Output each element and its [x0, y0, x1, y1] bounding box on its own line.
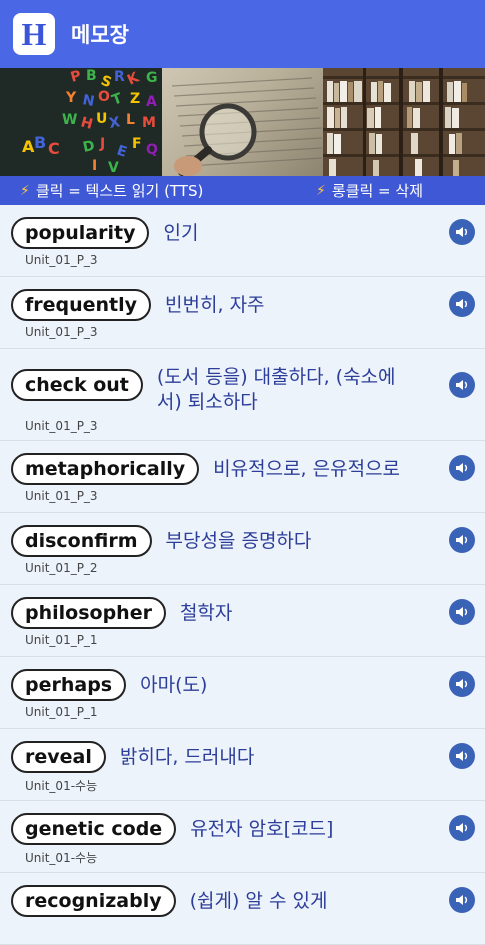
svg-text:U: U [96, 111, 107, 127]
unit-label: Unit_01-수능 [25, 779, 98, 793]
list-item[interactable]: disconfirm 부당성을 증명하다 Unit_01_P_2 [0, 513, 485, 585]
svg-text:V: V [108, 160, 119, 176]
svg-text:Q: Q [146, 142, 158, 158]
word-chip: popularity [11, 217, 150, 249]
page-title: 메모장 [71, 23, 129, 47]
word-chip: disconfirm [11, 525, 152, 557]
list-item[interactable]: recognizably (쉽게) 알 수 있게 [0, 873, 485, 945]
unit-label: Unit_01_P_3 [25, 419, 98, 433]
app-bar: H 메모장 [0, 0, 485, 68]
app-logo-icon: H [13, 13, 55, 55]
svg-text:E: E [115, 143, 129, 161]
svg-text:P: P [69, 68, 83, 86]
speaker-icon[interactable] [449, 671, 475, 697]
word-meaning: 인기 [163, 222, 199, 244]
svg-text:T: T [110, 90, 125, 108]
lightning-icon: ⚡ [316, 182, 326, 199]
word-meaning: 철학자 [179, 602, 233, 624]
speaker-icon[interactable] [449, 599, 475, 625]
svg-text:L: L [126, 112, 135, 128]
word-chip: check out [11, 369, 143, 401]
word-chip: frequently [11, 289, 152, 321]
word-chip: reveal [11, 741, 106, 773]
app-logo-letter: H [21, 16, 47, 52]
svg-text:A: A [146, 94, 157, 110]
svg-text:Y: Y [65, 90, 77, 106]
word-chip: recognizably [11, 885, 176, 917]
hint-bar: ⚡ 클릭 = 텍스트 읽기 (TTS) ⚡ 롱클릭 = 삭제 [0, 176, 485, 205]
svg-text:X: X [108, 114, 122, 132]
svg-text:Z: Z [130, 91, 140, 107]
list-item[interactable]: check out (도서 등을) 대출하다, (숙소에서) 퇴소하다 Unit… [0, 349, 485, 441]
svg-text:C: C [48, 139, 60, 158]
speaker-icon[interactable] [449, 743, 475, 769]
unit-label: Unit_01_P_3 [25, 253, 98, 267]
list-item[interactable]: philosopher 철학자 Unit_01_P_1 [0, 585, 485, 657]
word-chip: genetic code [11, 813, 177, 845]
list-item[interactable]: perhaps 아마(도) Unit_01_P_1 [0, 657, 485, 729]
word-meaning: 밝히다, 드러내다 [119, 746, 255, 768]
speaker-icon[interactable] [449, 887, 475, 913]
hint-long-click-text: 롱클릭 = 삭제 [331, 182, 423, 200]
word-meaning: 빈번히, 자주 [165, 294, 265, 316]
header-banner: P B S R K G Y N O T Z A W H U X L M A B [0, 68, 485, 176]
speaker-icon[interactable] [449, 815, 475, 841]
svg-text:F: F [132, 136, 142, 152]
list-item[interactable]: genetic code 유전자 암호[코드] Unit_01-수능 [0, 801, 485, 873]
hint-click: ⚡ 클릭 = 텍스트 읽기 (TTS) [20, 180, 203, 201]
svg-text:M: M [142, 115, 156, 131]
speaker-icon[interactable] [449, 219, 475, 245]
svg-text:B: B [34, 133, 46, 152]
unit-label: Unit_01_P_1 [25, 633, 98, 647]
unit-label: Unit_01_P_3 [25, 489, 98, 503]
hint-long-click: ⚡ 롱클릭 = 삭제 [316, 180, 423, 201]
word-meaning: (도서 등을) 대출하다, (숙소에서) 퇴소하다 [156, 366, 396, 413]
unit-label: Unit_01_P_2 [25, 561, 98, 575]
word-meaning: (쉽게) 알 수 있게 [189, 890, 328, 912]
list-item[interactable]: reveal 밝히다, 드러내다 Unit_01-수능 [0, 729, 485, 801]
speaker-icon[interactable] [449, 527, 475, 553]
svg-text:R: R [114, 69, 125, 85]
unit-label: Unit_01_P_1 [25, 705, 98, 719]
word-list: popularity 인기 Unit_01_P_3 frequently 빈번히… [0, 205, 485, 945]
svg-text:K: K [125, 69, 143, 89]
svg-text:W: W [62, 112, 77, 128]
svg-text:I: I [92, 158, 97, 174]
unit-label: Unit_01_P_3 [25, 325, 98, 339]
svg-text:B: B [86, 68, 97, 84]
word-chip: metaphorically [11, 453, 200, 485]
word-meaning: 비유적으로, 은유적으로 [213, 458, 401, 480]
speaker-icon[interactable] [449, 291, 475, 317]
word-meaning: 유전자 암호[코드] [190, 818, 334, 840]
speaker-icon[interactable] [449, 455, 475, 481]
word-chip: philosopher [11, 597, 166, 629]
word-meaning: 부당성을 증명하다 [165, 530, 312, 552]
svg-text:N: N [81, 92, 95, 110]
hint-click-text: 클릭 = 텍스트 읽기 (TTS) [35, 182, 204, 200]
svg-text:G: G [146, 70, 158, 86]
banner-image-bookshelf [323, 68, 485, 176]
svg-text:J: J [99, 136, 105, 152]
banner-image-magnifier [161, 68, 324, 176]
word-chip: perhaps [11, 669, 127, 701]
list-item[interactable]: frequently 빈번히, 자주 Unit_01_P_3 [0, 277, 485, 349]
list-item[interactable]: metaphorically 비유적으로, 은유적으로 Unit_01_P_3 [0, 441, 485, 513]
lightning-icon: ⚡ [20, 182, 30, 199]
unit-label: Unit_01-수능 [25, 851, 98, 865]
banner-image-letters: P B S R K G Y N O T Z A W H U X L M A B [0, 68, 162, 176]
speaker-icon[interactable] [449, 372, 475, 398]
word-meaning: 아마(도) [140, 674, 208, 696]
list-item[interactable]: popularity 인기 Unit_01_P_3 [0, 205, 485, 277]
svg-text:D: D [82, 138, 97, 156]
svg-text:O: O [98, 89, 110, 105]
svg-text:H: H [79, 114, 94, 132]
